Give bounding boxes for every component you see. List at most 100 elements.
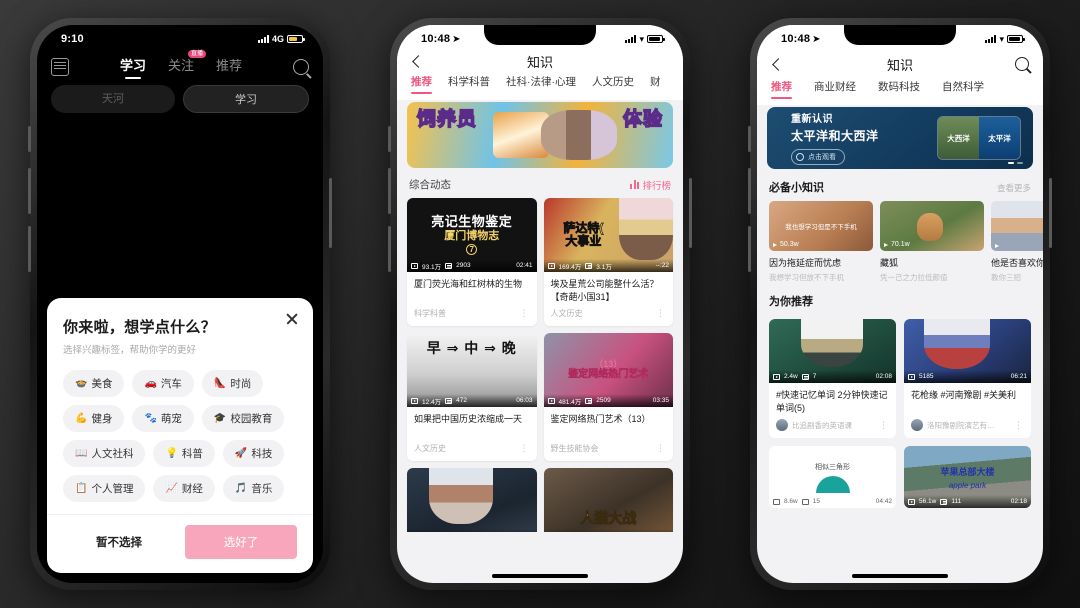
cat-tuijian[interactable]: 推荐 (771, 79, 792, 99)
video-card[interactable]: 1981 0:18 【SAMMY】始终假设已经拥有的重点 假设法则基础 (407, 468, 537, 532)
phone3-volume-down-button[interactable] (748, 226, 751, 272)
play-count-icon (411, 262, 418, 269)
tag-kepu[interactable]: 💡 科普 (153, 440, 215, 467)
phone3-feed-scroll[interactable]: 重新认识 太平洋和大西洋 点击观看 大西洋 太平洋 必备小知识 查看更多 我也想… (757, 105, 1043, 535)
more-options-icon[interactable]: ⋮ (520, 308, 530, 319)
must-know-list[interactable]: 我也想学习但是不下手机 50.3w 因为拖延症而忧虑 我想学习但放不下手机 70… (757, 201, 1043, 283)
tag-meishi[interactable]: 🍲 美食 (63, 370, 125, 397)
phone1-volume-up-button[interactable] (28, 168, 31, 214)
home-indicator[interactable] (852, 574, 948, 578)
search-icon[interactable] (1015, 57, 1029, 71)
list-item[interactable]: 70.1w 藏狐 凭一己之力拉低颜值 (880, 201, 984, 283)
phone3-power-button[interactable] (1049, 178, 1052, 248)
phone2-power-button[interactable] (689, 178, 692, 248)
tag-mengchong[interactable]: 🐾 萌宠 (132, 405, 194, 432)
ranking-button[interactable]: 排行榜 (629, 178, 671, 192)
banner-pagination-dots[interactable] (1008, 162, 1023, 164)
play-count: 5185 (919, 373, 934, 380)
tab-recommend[interactable]: 推荐 (216, 55, 242, 79)
video-thumbnail[interactable]: 早 ⇒ 中 ⇒ 晚 12.4万 472 06:03 (407, 333, 537, 407)
skip-button[interactable]: 暂不选择 (63, 525, 175, 559)
tag-qiche[interactable]: 🚗 汽车 (132, 370, 194, 397)
video-card[interactable]: 人猫大战 74.1万 1016 01:34 空投毒香肠，自动杀猫机，澳洲200万… (543, 468, 673, 533)
more-options-icon[interactable]: ⋮ (879, 420, 889, 431)
more-options-icon[interactable]: ⋮ (656, 308, 666, 319)
more-options-icon[interactable]: ⋮ (1014, 420, 1024, 431)
battery-icon (287, 35, 305, 43)
search-icon[interactable] (293, 59, 309, 75)
tag-jianshen[interactable]: 💪 健身 (63, 405, 125, 432)
phone2-mute-button[interactable] (388, 126, 391, 152)
battery-icon (647, 35, 665, 43)
card-thumbnail[interactable]: 相似三角形 8.6w 15 04:42 (769, 446, 896, 508)
video-thumbnail[interactable]: 1981 0:18 (407, 468, 537, 532)
phone2-volume-down-button[interactable] (388, 226, 391, 272)
cat-tuijian[interactable]: 推荐 (411, 74, 432, 94)
tag-xiaoyuanjiaoyu[interactable]: 🎓 校园教育 (201, 405, 285, 432)
cat-shekefalv[interactable]: 社科·法律·心理 (506, 74, 576, 94)
tab-follow[interactable]: 关注 直播 (168, 50, 206, 79)
more-options-icon[interactable]: ⋮ (520, 443, 530, 454)
phone1-volume-down-button[interactable] (28, 226, 31, 272)
video-card[interactable]: 早 ⇒ 中 ⇒ 晚 12.4万 472 06:03 如果把中国历史浓缩成一天 人… (407, 333, 537, 461)
phone1-power-button[interactable] (329, 178, 332, 248)
dialog-title: 你来啦，想学点什么？ (63, 319, 217, 336)
tag-gerenguanli[interactable]: 📋 个人管理 (63, 475, 146, 502)
video-card[interactable]: 萨达特( 大事业 169.4万 3.1万 --:22 埃及星荒公司能整什么活？【… (543, 198, 673, 326)
cat-caijing[interactable]: 财 (650, 74, 661, 94)
phone1-mute-button[interactable] (28, 126, 31, 152)
calendar-icon[interactable] (51, 58, 69, 76)
tab-study[interactable]: 学习 (120, 55, 146, 79)
video-thumbnail[interactable]: 萨达特( 大事业 169.4万 3.1万 --:22 (543, 198, 673, 272)
recommend-card[interactable]: 5185 06:21 花枪缘 #河南豫剧 #关美利 洛阳豫剧院演艺有… ⋮ (904, 319, 1031, 438)
video-card[interactable]: 亮记生物鉴定 厦门博物志 7 93.1万 2903 02:41 厦门荧光海和红树… (407, 198, 537, 326)
recommend-card[interactable]: 相似三角形 8.6w 15 04:42 (769, 446, 896, 508)
item-thumbnail[interactable]: 我也想学习但是不下手机 50.3w (769, 201, 873, 251)
card-thumbnail[interactable]: 苹果总部大楼 apple park 56.1w 111 02:18 (904, 446, 1031, 508)
phone3-volume-up-button[interactable] (748, 168, 751, 214)
tag-caijing[interactable]: 📈 财经 (153, 475, 215, 502)
close-icon[interactable] (285, 312, 299, 326)
play-count-icon (547, 397, 555, 404)
phone3-mute-button[interactable] (748, 126, 751, 152)
play-count: 74.1万 (559, 531, 578, 533)
card-thumbnail[interactable]: 5185 06:21 (904, 319, 1031, 383)
avatar[interactable] (911, 419, 923, 431)
phone2-feed-scroll[interactable]: 饲养员 体验 综合动态 排行榜 亮记生物鉴定 厦门博物志 7 93.1万 290… (397, 100, 683, 532)
cat-kexuekepu[interactable]: 科学科普 (448, 74, 490, 94)
tag-yinyue[interactable]: 🎵 音乐 (222, 475, 285, 502)
video-thumbnail[interactable]: 亮记生物鉴定 厦门博物志 7 93.1万 2903 02:41 (407, 198, 537, 272)
cat-shumakeji[interactable]: 数码科技 (878, 79, 920, 99)
thumbnail-mosaic (429, 468, 493, 524)
view-more-link[interactable]: 查看更多 (997, 182, 1031, 194)
list-item[interactable]: 他是否喜欢你 教你三招 (991, 201, 1043, 283)
home-indicator[interactable] (492, 574, 588, 578)
video-card[interactable]: （13） 鉴定网络热门艺术 481.4万 2509 03:35 鉴定网络热门艺术… (543, 333, 673, 461)
video-thumbnail[interactable]: （13） 鉴定网络热门艺术 481.4万 2509 03:35 (543, 333, 673, 407)
subtab-study[interactable]: 学习 (183, 85, 309, 113)
recommend-card[interactable]: 2.4w 7 02:08 #快速记忆单词 2分钟快速记单词(5) 比追剧香的英语… (769, 319, 896, 438)
thumb-text-1: （13） (594, 358, 623, 369)
video-duration: 03:35 (652, 397, 669, 404)
tag-renwenshehui[interactable]: 📖 人文社科 (63, 440, 146, 467)
banner-cta-button[interactable]: 点击观看 (791, 149, 845, 165)
more-options-icon[interactable]: ⋮ (656, 443, 666, 454)
feeding-keeper-banner[interactable]: 饲养员 体验 (407, 102, 673, 168)
tag-shishang[interactable]: 👠 时尚 (201, 370, 264, 397)
card-thumbnail[interactable]: 2.4w 7 02:08 (769, 319, 896, 383)
recommend-card[interactable]: 苹果总部大楼 apple park 56.1w 111 02:18 (904, 446, 1031, 508)
confirm-button[interactable]: 选好了 (185, 525, 297, 559)
cat-ziranKexue[interactable]: 自然科学 (942, 79, 984, 99)
item-thumbnail[interactable] (991, 201, 1043, 251)
list-item[interactable]: 我也想学习但是不下手机 50.3w 因为拖延症而忧虑 我想学习但放不下手机 (769, 201, 873, 283)
subtab-tianhe[interactable]: 天河 (51, 85, 175, 113)
play-icon (995, 244, 999, 248)
cat-renwenlishi[interactable]: 人文历史 (592, 74, 634, 94)
ocean-banner[interactable]: 重新认识 太平洋和大西洋 点击观看 大西洋 太平洋 (767, 107, 1033, 169)
cat-shangyecaijing[interactable]: 商业财经 (814, 79, 856, 99)
video-thumbnail[interactable]: 人猫大战 74.1万 1016 01:34 (543, 468, 673, 533)
tag-keji[interactable]: 🚀 科技 (222, 440, 285, 467)
avatar[interactable] (776, 419, 788, 431)
phone2-volume-up-button[interactable] (388, 168, 391, 214)
item-thumbnail[interactable]: 70.1w (880, 201, 984, 251)
